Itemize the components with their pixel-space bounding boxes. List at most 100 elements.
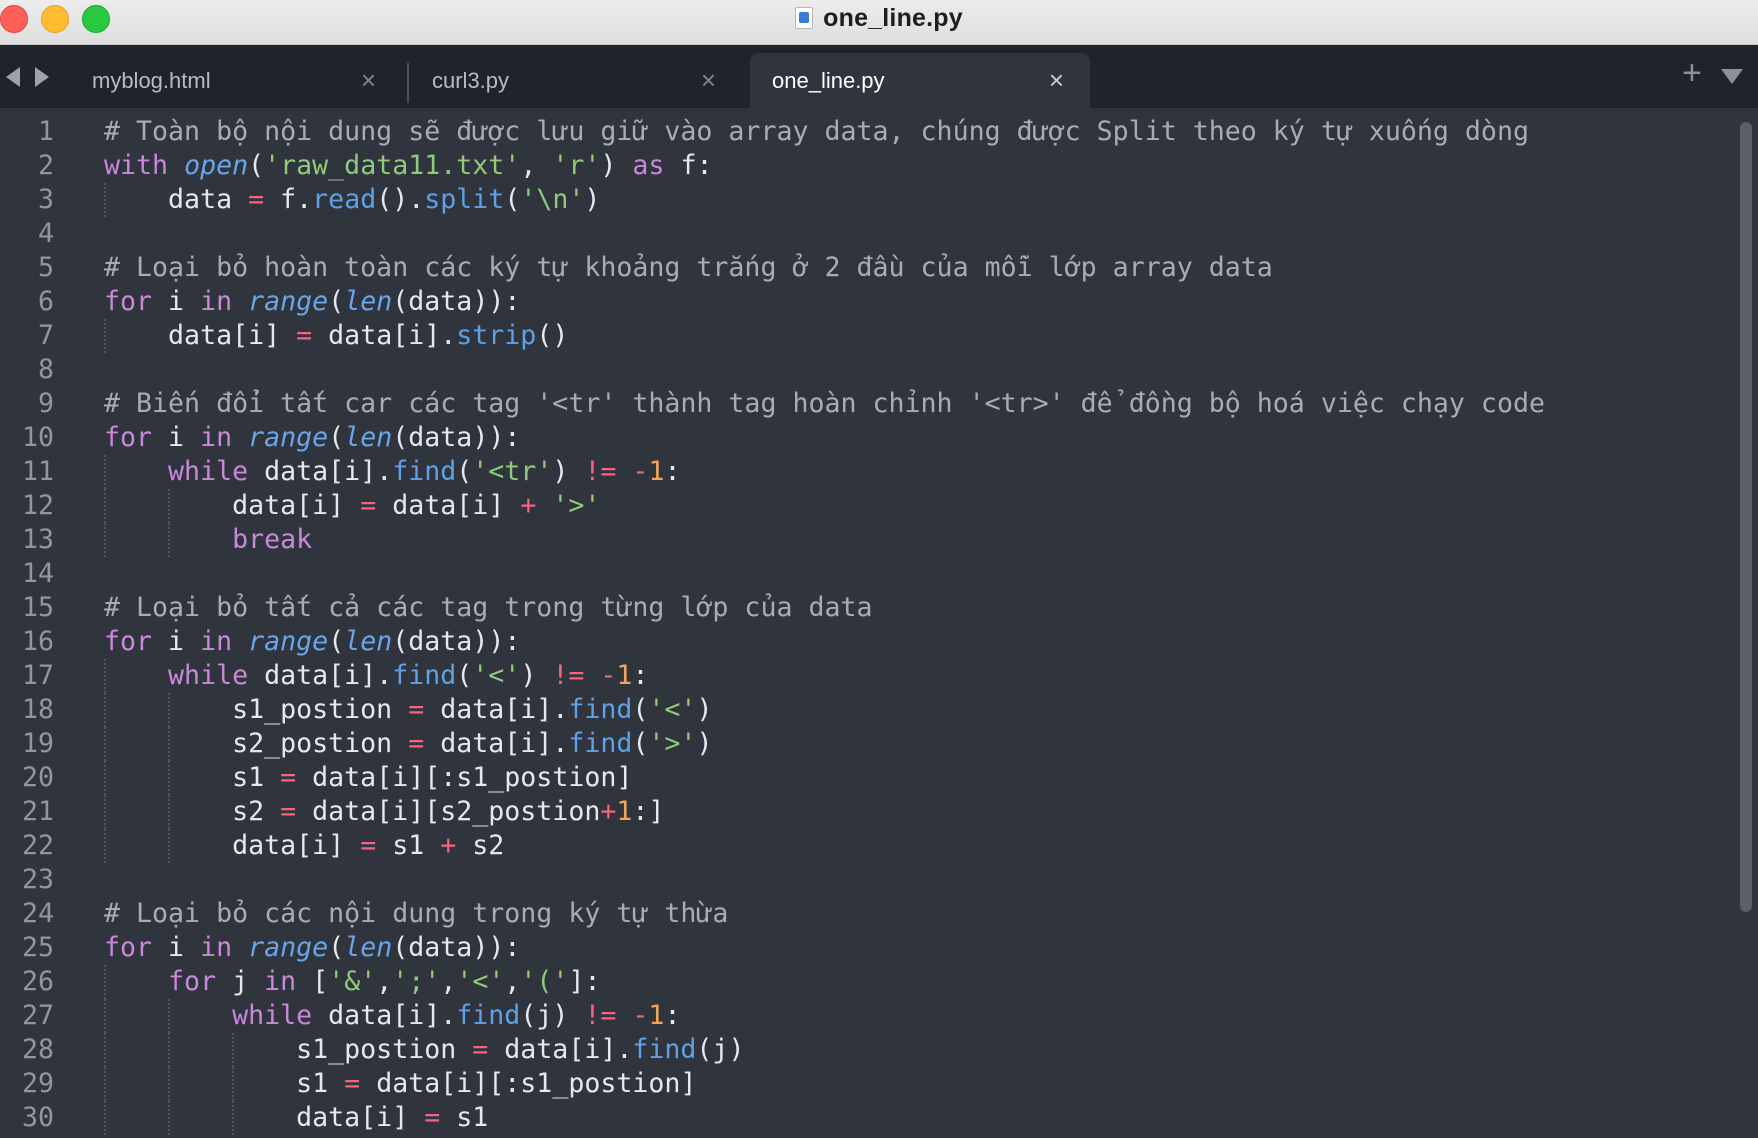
code-line[interactable]: 27 while data[i].find(j) != -1: <box>0 999 1740 1033</box>
close-icon[interactable]: × <box>701 67 716 93</box>
code-token: = <box>408 694 425 725</box>
close-icon[interactable]: × <box>1049 67 1064 93</box>
code-text: s1_postion = data[i].find(j) <box>104 1033 744 1067</box>
code-token: ( <box>632 694 649 725</box>
code-token: range <box>248 626 329 657</box>
code-line[interactable]: 5 # Loại bỏ hoàn toàn các ký tự khoảng tr… <box>0 251 1740 285</box>
chevron-down-icon[interactable] <box>1721 69 1743 84</box>
code-token: 1 <box>616 796 633 827</box>
code-line[interactable]: 13 break <box>0 523 1740 557</box>
line-number: 26 <box>21 966 54 997</box>
code-token: data[i] <box>104 1102 425 1133</box>
code-line[interactable]: 16 for i in range(len(data)): <box>0 625 1740 659</box>
code-line[interactable]: 29 s1 = data[i][:s1_postion] <box>0 1067 1740 1101</box>
code-token: strip <box>456 320 537 351</box>
code-line[interactable]: 22 data[i] = s1 + s2 <box>0 829 1740 863</box>
code-line[interactable]: 20 s1 = data[i][:s1_postion] <box>0 761 1740 795</box>
code-token: '<' <box>456 966 505 997</box>
code-line[interactable]: 2 with open('raw_data11.txt', 'r') as f: <box>0 149 1740 183</box>
close-icon[interactable]: × <box>361 67 376 93</box>
code-token: s1 <box>104 1068 345 1099</box>
code-token: ( <box>328 626 345 657</box>
code-line[interactable]: 23 <box>0 863 1740 897</box>
code-line[interactable]: 11 while data[i].find('<tr') != -1: <box>0 455 1740 489</box>
window-title-group: one_line.py <box>0 0 1758 36</box>
code-token: = <box>344 1068 361 1099</box>
code-token: data[i]. <box>424 728 569 759</box>
code-token: , <box>504 966 521 997</box>
code-token: ';' <box>392 966 441 997</box>
vertical-scrollbar[interactable] <box>1740 122 1752 912</box>
code-line[interactable]: 10 for i in range(len(data)): <box>0 421 1740 455</box>
code-token: for <box>104 932 153 963</box>
chevron-left-icon[interactable] <box>6 67 20 87</box>
code-token: find <box>392 660 457 691</box>
code-line[interactable]: 24 # Loại bỏ các nội dung trong ký tự thừ… <box>0 897 1740 931</box>
code-token: break <box>232 524 313 555</box>
code-token: = <box>280 796 297 827</box>
indent-guide <box>104 693 106 727</box>
code-line[interactable]: 15 # Loại bỏ tất cả các tag trong từng lớ… <box>0 591 1740 625</box>
indent-guide <box>104 829 106 863</box>
code-token: i <box>152 422 201 453</box>
code-line[interactable]: 9 # Biến đổi tất car các tag '<tr' thành … <box>0 387 1740 421</box>
code-line[interactable]: 7 data[i] = data[i].strip() <box>0 319 1740 353</box>
code-token: ) <box>600 150 633 181</box>
code-line[interactable]: 25 for i in range(len(data)): <box>0 931 1740 965</box>
code-line[interactable]: 3 data = f.read().split('\n') <box>0 183 1740 217</box>
code-token: i <box>152 626 201 657</box>
code-line[interactable]: 30 data[i] = s1 <box>0 1101 1740 1135</box>
line-number: 16 <box>21 626 54 657</box>
code-text: # Loại bỏ các nội dung trong ký tự thừa <box>104 897 728 931</box>
code-line[interactable]: 14 <box>0 557 1740 591</box>
code-token: split <box>424 184 505 215</box>
indent-guide <box>168 761 170 795</box>
tab-myblog-html[interactable]: myblog.html × <box>70 53 402 108</box>
line-number: 29 <box>21 1068 54 1099</box>
title-bar: one_line.py <box>0 0 1758 45</box>
code-line[interactable]: 21 s2 = data[i][s2_postion+1:] <box>0 795 1740 829</box>
code-editor[interactable]: 1 # Toàn bộ nội dung sẽ được lưu giữ vào … <box>0 108 1758 1138</box>
code-line[interactable]: 1 # Toàn bộ nội dung sẽ được lưu giữ vào … <box>0 115 1740 149</box>
line-number: 18 <box>21 694 54 725</box>
code-line[interactable]: 4 <box>0 217 1740 251</box>
line-number: 10 <box>21 422 54 453</box>
line-number: 30 <box>21 1102 54 1133</box>
code-token: (data)): <box>392 422 521 453</box>
code-token: - <box>632 1000 649 1031</box>
code-line[interactable]: 18 s1_postion = data[i].find('<') <box>0 693 1740 727</box>
indent-guide <box>104 659 106 693</box>
code-token: in <box>200 932 249 963</box>
line-number: 9 <box>37 388 54 419</box>
code-token: data[i] <box>376 490 521 521</box>
line-number: 3 <box>37 184 54 215</box>
line-number: 23 <box>21 864 54 895</box>
code-line[interactable]: 17 while data[i].find('<') != -1: <box>0 659 1740 693</box>
line-number: 6 <box>37 286 54 317</box>
tab-label: myblog.html <box>92 67 211 93</box>
tab-bar: myblog.html × curl3.py × one_line.py × + <box>0 45 1758 108</box>
line-number: 5 <box>37 252 54 283</box>
code-line[interactable]: 12 data[i] = data[i] + '>' <box>0 489 1740 523</box>
code-line[interactable]: 6 for i in range(len(data)): <box>0 285 1740 319</box>
tab-curl3-py[interactable]: curl3.py × <box>410 53 742 108</box>
code-token: ( <box>248 150 265 181</box>
code-token: '<tr' <box>472 456 553 487</box>
indent-guide <box>104 795 106 829</box>
indent-guide <box>232 1067 234 1101</box>
code-line[interactable]: 19 s2_postion = data[i].find('>') <box>0 727 1740 761</box>
code-line[interactable]: 8 <box>0 353 1740 387</box>
code-token: 1 <box>616 660 633 691</box>
tab-one-line-py[interactable]: one_line.py × <box>750 53 1090 108</box>
new-tab-button[interactable]: + <box>1682 53 1702 93</box>
chevron-right-icon[interactable] <box>35 67 49 87</box>
code-line[interactable]: 28 s1_postion = data[i].find(j) <box>0 1033 1740 1067</box>
code-token: ( <box>328 422 345 453</box>
code-token: s2 <box>104 796 281 827</box>
code-token: = <box>280 762 297 793</box>
code-text: s2 = data[i][s2_postion+1:] <box>104 795 664 829</box>
code-line[interactable]: 26 for j in ['&',';','<','(']: <box>0 965 1740 999</box>
code-token: '<' <box>472 660 521 691</box>
